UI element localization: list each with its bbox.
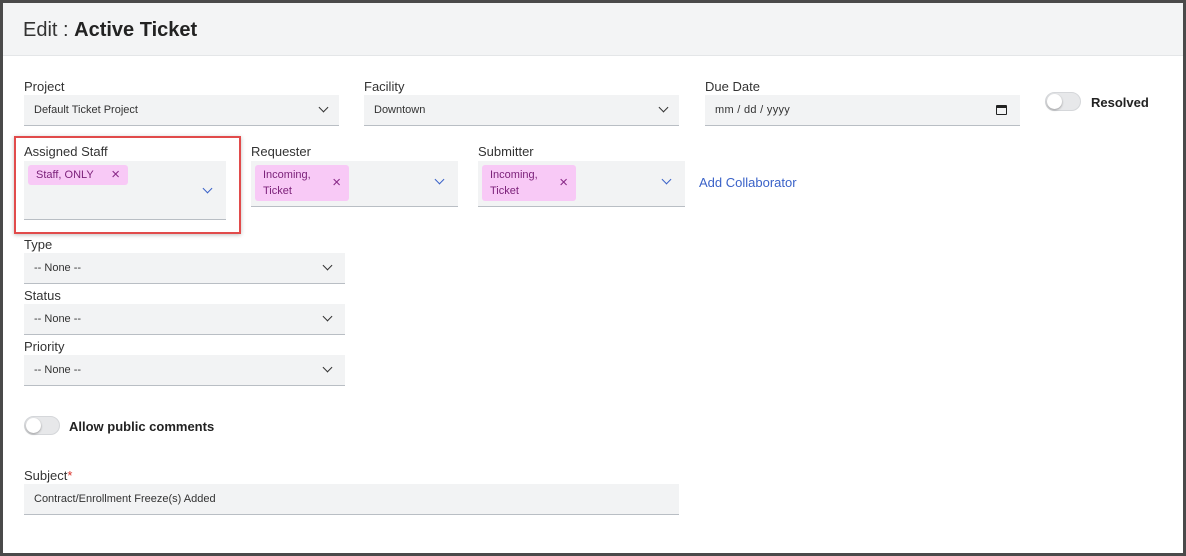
chip-line-1: Incoming, [490, 169, 538, 181]
submitter-select[interactable]: Incoming, Ticket × [478, 161, 685, 207]
public-comments-toggle[interactable] [24, 416, 60, 435]
remove-chip-icon[interactable]: × [559, 175, 568, 190]
submitter-label: Submitter [478, 144, 534, 159]
chevron-down-icon [322, 311, 333, 322]
remove-chip-icon[interactable]: × [332, 175, 341, 190]
add-collaborator-link[interactable]: Add Collaborator [699, 175, 797, 190]
requester-chip: Incoming, Ticket × [255, 165, 349, 201]
toggle-knob [26, 418, 41, 433]
subject-input[interactable]: Contract/Enrollment Freeze(s) Added [24, 484, 679, 515]
facility-label: Facility [364, 79, 405, 94]
toggle-knob [1047, 94, 1062, 109]
chip-line-1: Incoming, [263, 169, 311, 181]
chevron-down-icon [661, 174, 672, 185]
facility-value: Downtown [374, 104, 426, 116]
required-marker: * [67, 468, 73, 483]
edit-ticket-window: Edit : Active Ticket Project Default Tic… [0, 0, 1186, 556]
subject-label: Subject* [24, 468, 72, 483]
facility-select[interactable]: Downtown [364, 95, 679, 126]
submitter-chip: Incoming, Ticket × [482, 165, 576, 201]
chevron-down-icon [322, 260, 333, 271]
subject-value: Contract/Enrollment Freeze(s) Added [34, 493, 216, 505]
status-label: Status [24, 288, 61, 303]
type-value: -- None -- [34, 262, 82, 274]
page-title: Edit : Active Ticket [23, 19, 197, 42]
assigned-staff-highlight [14, 136, 241, 234]
status-value: -- None -- [34, 313, 82, 325]
status-select[interactable]: -- None -- [24, 304, 345, 335]
due-date-label: Due Date [705, 79, 760, 94]
project-value: Default Ticket Project [34, 104, 138, 116]
requester-label: Requester [251, 144, 311, 159]
title-text: Active Ticket [74, 19, 198, 41]
project-label: Project [24, 79, 65, 94]
type-select[interactable]: -- None -- [24, 253, 345, 284]
page-header: Edit : Active Ticket [3, 3, 1183, 56]
priority-label: Priority [24, 339, 65, 354]
chevron-down-icon [658, 102, 669, 113]
due-date-placeholder: mm / dd / yyyy [715, 104, 791, 116]
chip-line-2: Ticket [490, 185, 519, 197]
priority-value: -- None -- [34, 364, 82, 376]
chevron-down-icon [318, 102, 329, 113]
requester-select[interactable]: Incoming, Ticket × [251, 161, 458, 207]
chevron-down-icon [322, 362, 333, 373]
chevron-down-icon [434, 174, 445, 185]
project-select[interactable]: Default Ticket Project [24, 95, 339, 126]
due-date-input[interactable]: mm / dd / yyyy [705, 95, 1020, 126]
resolved-label: Resolved [1091, 95, 1149, 110]
calendar-icon[interactable] [996, 105, 1007, 115]
priority-select[interactable]: -- None -- [24, 355, 345, 386]
resolved-toggle[interactable] [1045, 92, 1081, 111]
type-label: Type [24, 237, 53, 252]
public-comments-label: Allow public comments [69, 419, 215, 434]
chip-line-2: Ticket [263, 185, 292, 197]
title-prefix: Edit : [23, 19, 69, 41]
subject-label-text: Subject [24, 468, 68, 483]
